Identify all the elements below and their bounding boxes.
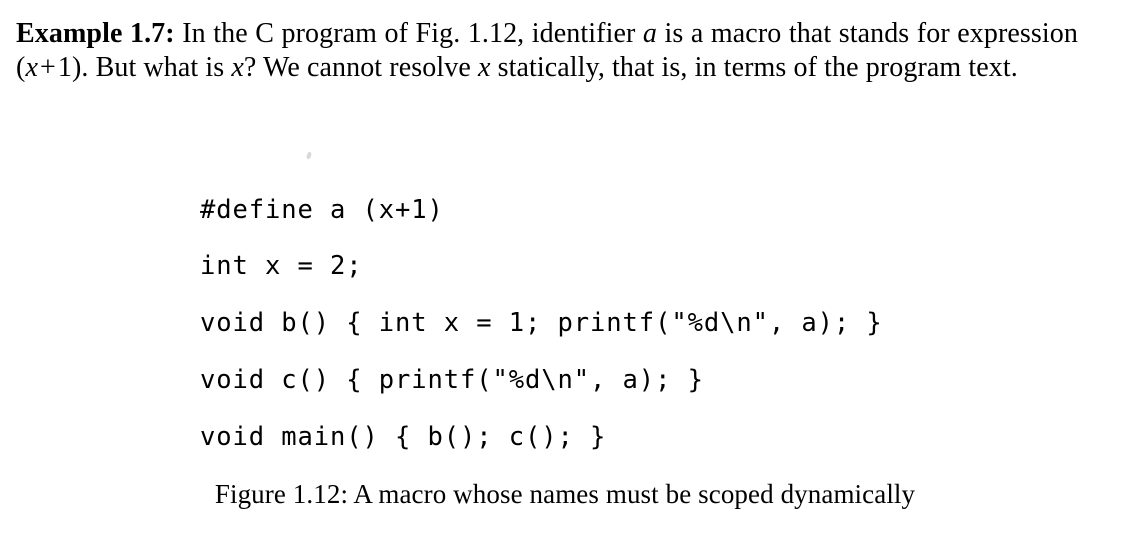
math-question-var-x: x: [231, 51, 244, 83]
example-paragraph-text: Example 1.7: In the C program of Fig. 1.…: [16, 17, 1078, 84]
math-number-1: 1: [57, 51, 72, 83]
example-text-part-3: . But what is: [81, 51, 232, 83]
math-paren-close: ): [71, 51, 82, 83]
code-line: #define a (x+1): [200, 194, 444, 225]
code-line: int x = 2;: [200, 251, 363, 282]
math-expression-x-plus-1: (x+1): [16, 52, 81, 83]
code-line: void main() { b(); c(); }: [200, 421, 607, 452]
example-text-part-4: ? We cannot resolve: [243, 51, 478, 83]
scan-artifact-speck: [306, 151, 312, 160]
document-page: Example 1.7: In the C program of Fig. 1.…: [0, 0, 1130, 534]
figure-caption: Figure 1.12: A macro whose names must be…: [214, 479, 916, 509]
example-text-part-2: is a macro that stands for expression: [657, 18, 1078, 49]
math-operator-plus: +: [39, 51, 56, 83]
example-text-part-1: In the C program of Fig. 1.12, identifie…: [174, 18, 643, 49]
example-label: Example 1.7:: [16, 18, 175, 49]
example-text-part-5: statically, that is, in terms of the pro…: [490, 51, 1018, 83]
c-code-listing: #define a (x+1) int x = 2; void b() { int …: [200, 182, 883, 466]
math-identifier-a: a: [642, 18, 657, 49]
math-static-var-x: x: [477, 51, 491, 83]
code-line: void b() { int x = 1; printf("%d\n", a);…: [200, 308, 883, 339]
example-paragraph: Example 1.7: In the C program of Fig. 1.…: [16, 17, 1078, 84]
code-line: void c() { printf("%d\n", a); }: [200, 364, 704, 395]
math-var-x: x: [25, 51, 38, 83]
